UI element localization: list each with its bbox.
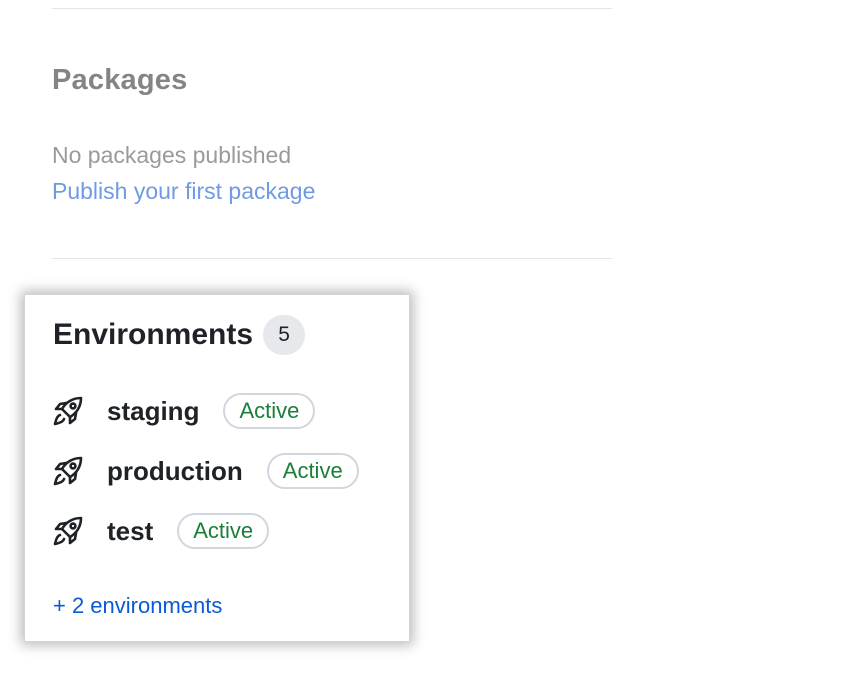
packages-heading: Packages — [52, 64, 188, 96]
divider — [52, 8, 612, 9]
environment-row-staging[interactable]: staging Active — [51, 391, 316, 431]
page: Packages No packages published Publish y… — [0, 0, 846, 684]
packages-empty-text: No packages published — [52, 142, 292, 168]
environments-card: Environments 5 staging Active production… — [24, 294, 410, 642]
environment-name-link[interactable]: test — [107, 516, 153, 547]
publish-package-link[interactable]: Publish your first package — [52, 178, 315, 205]
environments-header: Environments 5 — [53, 315, 306, 355]
status-badge: Active — [223, 393, 316, 429]
environments-count-badge: 5 — [263, 315, 306, 355]
environment-name-link[interactable]: staging — [107, 396, 199, 427]
rocket-icon — [51, 454, 85, 488]
rocket-icon — [51, 394, 85, 428]
more-environments-link[interactable]: + 2 environments — [53, 593, 222, 619]
environments-heading: Environments — [53, 318, 254, 351]
status-badge: Active — [266, 453, 359, 489]
status-badge: Active — [177, 513, 270, 549]
environment-name-link[interactable]: production — [107, 456, 243, 487]
rocket-icon — [51, 514, 85, 548]
divider — [52, 258, 612, 259]
environment-row-production[interactable]: production Active — [51, 451, 359, 491]
environment-row-test[interactable]: test Active — [51, 511, 270, 551]
